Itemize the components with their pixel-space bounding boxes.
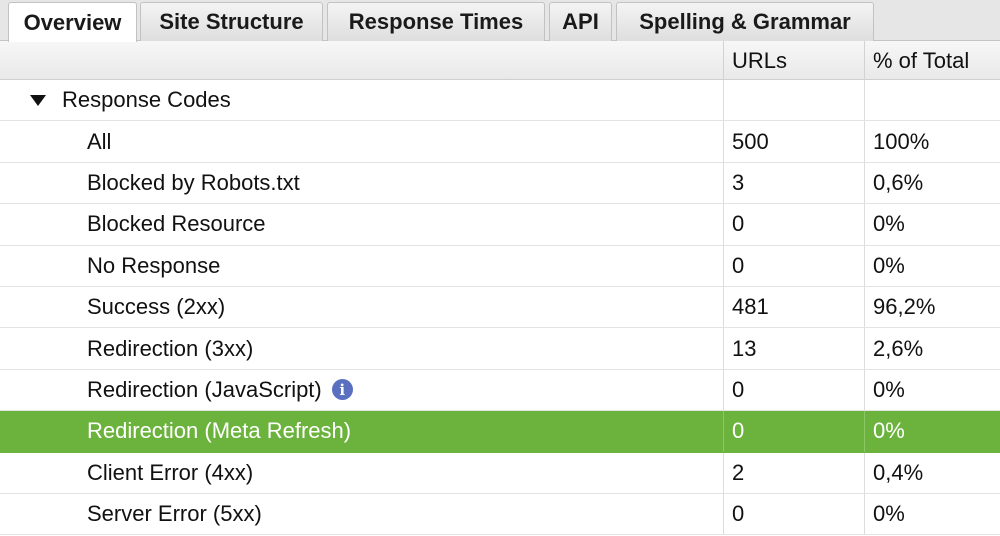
overview-table: Response Codes All 500 100% Blocked by R… — [0, 80, 1000, 536]
row-label: Client Error (4xx) — [87, 459, 254, 485]
group-row-response-codes[interactable]: Response Codes — [0, 80, 1000, 122]
pct-cell — [864, 80, 1000, 121]
row-pct: 0% — [864, 369, 1000, 411]
row-urls: 2 — [723, 452, 864, 493]
group-label: Response Codes — [62, 87, 231, 113]
table-row[interactable]: All 500 100% — [0, 121, 1000, 163]
row-pct: 100% — [864, 121, 1000, 162]
tab-response-times[interactable]: Response Times — [327, 2, 545, 41]
table-row[interactable]: Blocked by Robots.txt 3 0,6% — [0, 162, 1000, 205]
row-urls: 0 — [723, 245, 864, 286]
table-row[interactable]: Client Error (4xx) 2 0,4% — [0, 452, 1000, 494]
table-row[interactable]: Redirection (JavaScript) i 0 0% — [0, 369, 1000, 412]
row-urls: 0 — [723, 369, 864, 411]
table-row[interactable]: Redirection (3xx) 13 2,6% — [0, 328, 1000, 370]
row-urls: 13 — [723, 328, 864, 369]
row-pct: 0,4% — [864, 452, 1000, 493]
row-label: All — [87, 128, 112, 154]
column-header-pct[interactable]: % of Total — [864, 41, 1000, 80]
row-urls: 0 — [723, 493, 864, 535]
row-label-cell: Redirection (JavaScript) i — [0, 370, 723, 410]
row-label: No Response — [87, 252, 221, 278]
row-pct: 0% — [864, 245, 1000, 286]
row-urls: 481 — [723, 286, 864, 328]
table-row[interactable]: Blocked Resource 0 0% — [0, 204, 1000, 246]
row-pct: 2,6% — [864, 328, 1000, 369]
row-label: Blocked Resource — [87, 211, 266, 237]
table-row[interactable]: Success (2xx) 481 96,2% — [0, 286, 1000, 329]
row-label: Blocked by Robots.txt — [87, 169, 300, 195]
row-pct: 0,6% — [864, 162, 1000, 204]
row-label: Redirection (JavaScript) — [87, 376, 322, 402]
row-urls: 3 — [723, 162, 864, 204]
table-header: URLs % of Total — [0, 41, 1000, 80]
urls-cell — [723, 80, 864, 121]
group-label-cell: Response Codes — [0, 80, 723, 120]
row-pct: 0% — [864, 493, 1000, 535]
row-label: Redirection (Meta Refresh) — [87, 418, 352, 444]
row-label: Success (2xx) — [87, 294, 226, 320]
table-row[interactable]: No Response 0 0% — [0, 245, 1000, 287]
column-header-name[interactable] — [0, 41, 723, 80]
row-label: Server Error (5xx) — [87, 501, 262, 527]
info-icon[interactable]: i — [331, 379, 353, 401]
row-urls: 0 — [723, 411, 864, 452]
table-row-selected[interactable]: Redirection (Meta Refresh) 0 0% — [0, 411, 1000, 453]
tab-overview[interactable]: Overview — [8, 2, 137, 42]
tab-bar: Overview Site Structure Response Times A… — [0, 0, 1000, 42]
tab-site-structure[interactable]: Site Structure — [140, 2, 323, 41]
tab-api[interactable]: API — [549, 2, 612, 41]
row-urls: 0 — [723, 204, 864, 245]
row-urls: 500 — [723, 121, 864, 162]
column-header-urls[interactable]: URLs — [723, 41, 864, 80]
tab-spelling-grammar[interactable]: Spelling & Grammar — [616, 2, 874, 41]
row-label: Redirection (3xx) — [87, 335, 254, 361]
table-row[interactable]: Server Error (5xx) 0 0% — [0, 493, 1000, 536]
row-pct: 0% — [864, 204, 1000, 245]
row-pct: 0% — [864, 411, 1000, 452]
row-pct: 96,2% — [864, 286, 1000, 328]
expanded-triangle-icon[interactable] — [30, 94, 46, 106]
